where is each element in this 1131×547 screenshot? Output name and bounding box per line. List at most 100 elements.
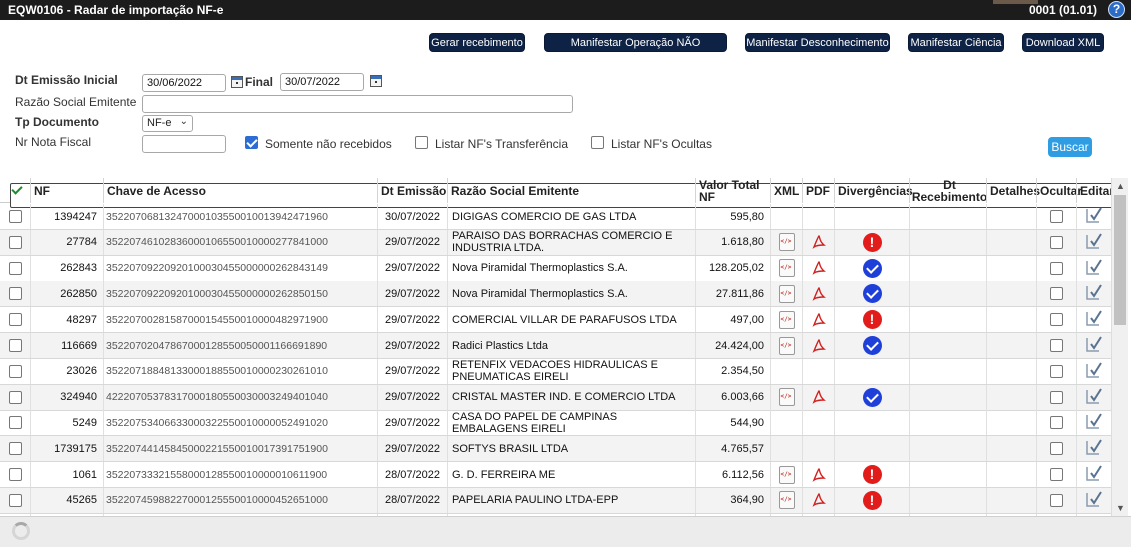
buscar-button[interactable]: Buscar [1048,137,1092,157]
col-dt-emissao[interactable]: Dt Emissão [377,178,447,203]
table-row[interactable]: 48297 35220700281587000154550010000482971… [0,307,1111,334]
row-checkbox[interactable] [8,235,22,249]
divergence-ok-icon[interactable] [862,336,882,355]
calendar-icon[interactable] [370,75,382,87]
divergence-ok-icon[interactable] [862,284,882,304]
edit-icon[interactable] [1085,490,1103,511]
nr-nota-fiscal-input[interactable] [142,135,226,153]
row-checkbox[interactable] [8,390,22,404]
xml-file-icon[interactable] [778,388,795,407]
table-row[interactable]: 1739175 352207441458450002215500100173917… [0,436,1111,463]
xml-file-icon[interactable] [778,465,795,484]
ocultar-checkbox[interactable] [1050,442,1063,456]
edit-icon[interactable] [1085,412,1103,433]
edit-icon[interactable] [1085,283,1103,304]
xml-file-icon[interactable] [778,233,795,252]
table-row[interactable]: 45265 35220745988227000125550010000452651… [0,487,1111,514]
edit-icon[interactable] [1085,309,1103,330]
dt-final-input[interactable] [280,73,364,91]
row-checkbox[interactable] [8,468,22,481]
table-row[interactable]: 27784 35220746102836000106550010000277841… [0,229,1111,256]
listar-transferencia-checkbox[interactable] [415,136,428,149]
ocultar-checkbox[interactable] [1050,468,1063,481]
table-row[interactable]: 1394247 352207068132470001035500100139424… [0,204,1111,230]
manifestar-nao-realizada-button[interactable]: Manifestar Operação NÃO Realizada [544,33,727,68]
scroll-thumb[interactable] [1114,195,1126,325]
edit-icon[interactable] [1085,361,1103,382]
divergence-alert-icon[interactable]: ! [862,490,882,510]
table-row[interactable]: 116669 3522070204786700012855005000116669… [0,333,1111,359]
pdf-file-icon[interactable] [811,260,827,276]
divergence-ok-icon[interactable] [862,387,882,407]
pdf-file-icon[interactable] [811,312,827,328]
edit-icon[interactable] [1085,438,1103,459]
razao-social-input[interactable] [142,95,573,113]
dt-inicial-input[interactable] [142,74,226,92]
divergence-alert-icon[interactable]: ! [862,232,882,252]
col-chave[interactable]: Chave de Acesso [103,178,377,203]
edit-icon[interactable] [1085,206,1103,227]
edit-icon[interactable] [1085,464,1103,485]
row-checkbox[interactable] [8,416,22,430]
pdf-file-icon[interactable] [811,338,827,354]
edit-icon[interactable] [1085,335,1103,356]
manifestar-ciencia-button[interactable]: Manifestar Ciência [908,33,1004,52]
row-checkbox[interactable] [8,261,22,275]
ocultar-checkbox[interactable] [1050,493,1063,507]
table-row[interactable]: 324940 4222070537831700018055003000324940… [0,384,1111,411]
table-row[interactable]: 262843 3522070922092010003045500000026284… [0,255,1111,282]
col-pdf[interactable]: PDF [802,178,834,203]
pdf-file-icon[interactable] [811,389,827,405]
xml-file-icon[interactable] [778,310,795,329]
pdf-file-icon[interactable] [811,492,827,508]
xml-file-icon[interactable] [778,491,795,510]
edit-icon[interactable] [1085,232,1103,253]
edit-icon[interactable] [1085,387,1103,408]
pdf-file-icon[interactable] [811,286,827,302]
xml-file-icon[interactable] [778,259,795,278]
xml-file-icon[interactable] [778,284,795,303]
ocultar-checkbox[interactable] [1050,313,1063,327]
pdf-file-icon[interactable] [811,467,827,483]
row-checkbox[interactable] [8,442,22,456]
edit-icon[interactable] [1085,258,1103,279]
gerar-recebimento-button[interactable]: Gerar recebimento [429,33,525,52]
ocultar-checkbox[interactable] [1050,235,1063,249]
table-scrollbar[interactable]: ▲ ▼ [1111,178,1128,516]
row-checkbox[interactable] [8,210,22,223]
ocultar-checkbox[interactable] [1050,390,1063,404]
col-ocultar[interactable]: Ocultar [1036,178,1082,203]
divergence-alert-icon[interactable]: ! [862,465,882,484]
col-editar[interactable]: Editar [1076,178,1111,203]
col-nf[interactable]: NF [30,178,103,203]
divergence-alert-icon[interactable]: ! [862,310,882,330]
ocultar-checkbox[interactable] [1050,339,1063,352]
listar-ocultas-checkbox[interactable] [591,136,604,149]
col-valor-total[interactable]: Valor Total NF [695,178,770,203]
calendar-icon[interactable] [231,76,243,88]
help-icon[interactable]: ? [1108,1,1125,18]
scroll-up-icon[interactable]: ▲ [1112,178,1129,194]
scroll-down-icon[interactable]: ▼ [1112,500,1129,516]
manifestar-desconhecimento-button[interactable]: Manifestar Desconhecimento [745,33,890,52]
row-checkbox[interactable] [8,493,22,507]
divergence-ok-icon[interactable] [862,258,882,278]
table-row[interactable]: 5249 352207534066330003225500100000524910… [0,410,1111,437]
ocultar-checkbox[interactable] [1050,364,1063,378]
download-xml-button[interactable]: Download XML [1022,33,1104,52]
ocultar-checkbox[interactable] [1050,210,1063,223]
col-razao-social[interactable]: Razão Social Emitente [447,178,695,203]
row-checkbox[interactable] [8,364,22,378]
col-divergencias[interactable]: Divergências [834,178,913,203]
row-checkbox[interactable] [8,339,22,352]
table-row[interactable]: 23026 35220718848133000188550010000230261… [0,358,1111,385]
tp-documento-select[interactable]: NF-e ⌄ [142,115,193,132]
ocultar-checkbox[interactable] [1050,287,1063,301]
col-xml[interactable]: XML [770,178,802,203]
ocultar-checkbox[interactable] [1050,261,1063,275]
row-checkbox[interactable] [8,287,22,301]
ocultar-checkbox[interactable] [1050,416,1063,430]
xml-file-icon[interactable] [778,336,795,355]
pdf-file-icon[interactable] [811,234,827,250]
row-checkbox[interactable] [8,313,22,327]
